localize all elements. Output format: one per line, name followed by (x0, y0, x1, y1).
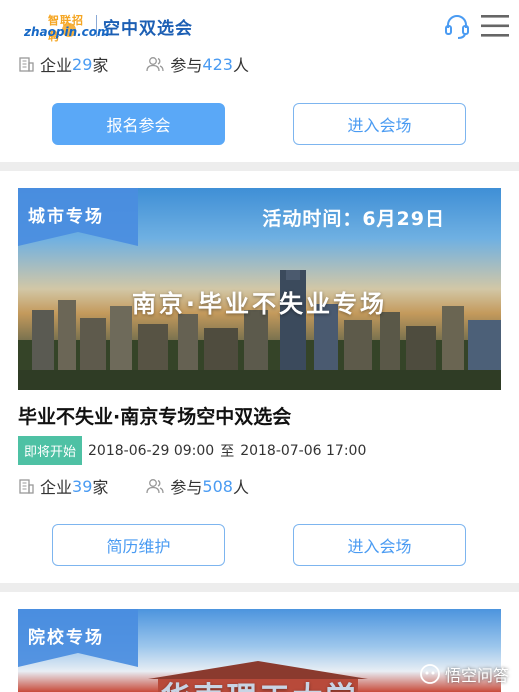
event-title[interactable]: 毕业不失业·南京专场空中双选会 (18, 402, 291, 429)
register-button[interactable]: 报名参会 (52, 103, 225, 145)
event-stats: 企业 29 家 参与 423 人 (18, 52, 249, 76)
range-separator: 至 (220, 443, 235, 460)
companies-count: 29 (72, 54, 93, 74)
event-end: 2018-07-06 17:00 (240, 442, 367, 459)
headset-icon[interactable] (443, 12, 471, 44)
event-schedule: 即将开始 2018-06-29 09:00 至 2018-07-06 17:00 (18, 436, 366, 465)
app-header: 智联招聘 zhaopin.com 空中双选会 (0, 0, 519, 52)
participants-unit: 人 (232, 56, 249, 75)
building-icon (19, 479, 34, 494)
participants-label: 参与 (170, 478, 203, 497)
participants-count: 423 (202, 54, 233, 74)
menu-icon[interactable] (480, 13, 510, 43)
companies-stat: 企业 29 家 (18, 52, 108, 76)
participants-stat: 参与 508 人 (146, 474, 249, 498)
page-title: 空中双选会 (103, 18, 193, 39)
banner-tag: 院校专场 (28, 628, 104, 648)
event-start: 2018-06-29 09:00 (88, 442, 215, 459)
status-badge: 即将开始 (18, 436, 83, 465)
companies-label: 企业 (40, 478, 73, 497)
enter-venue-button[interactable]: 进入会场 (293, 103, 466, 145)
people-icon (146, 57, 165, 72)
companies-stat: 企业 39 家 (18, 474, 108, 498)
participants-stat: 参与 423 人 (146, 52, 249, 76)
building-icon (19, 57, 34, 72)
logo-en-text: zhaopin.com (24, 25, 110, 39)
event-banner[interactable]: 城市专场 活动时间：6月29日 南京·毕业不失业专场 (18, 188, 501, 390)
banner-event-time: 活动时间：6月29日 (262, 208, 445, 230)
enter-venue-button[interactable]: 进入会场 (293, 524, 466, 566)
companies-count: 39 (72, 476, 93, 496)
companies-unit: 家 (92, 478, 109, 497)
banner-headline: 南京·毕业不失业专场 (131, 290, 388, 318)
event-card-previous: 企业 29 家 参与 423 人 报名参会 进入会场 (0, 52, 519, 162)
banner-tag: 城市专场 (28, 207, 104, 227)
participants-label: 参与 (170, 56, 203, 75)
event-stats: 企业 39 家 参与 508 人 (18, 474, 249, 498)
wukong-logo-icon (420, 664, 440, 684)
people-icon (146, 479, 165, 494)
wukong-watermark: 悟空问答 (419, 662, 509, 686)
participants-unit: 人 (232, 478, 249, 497)
logo-mark: 智联招聘 zhaopin.com (22, 12, 110, 43)
zhaopin-logo[interactable]: 智联招聘 zhaopin.com 空中双选会 (22, 12, 193, 43)
participants-count: 508 (202, 476, 233, 496)
companies-label: 企业 (40, 56, 73, 75)
companies-unit: 家 (92, 56, 109, 75)
resume-maintenance-button[interactable]: 简历维护 (52, 524, 225, 566)
watermark-text: 悟空问答 (444, 666, 509, 685)
